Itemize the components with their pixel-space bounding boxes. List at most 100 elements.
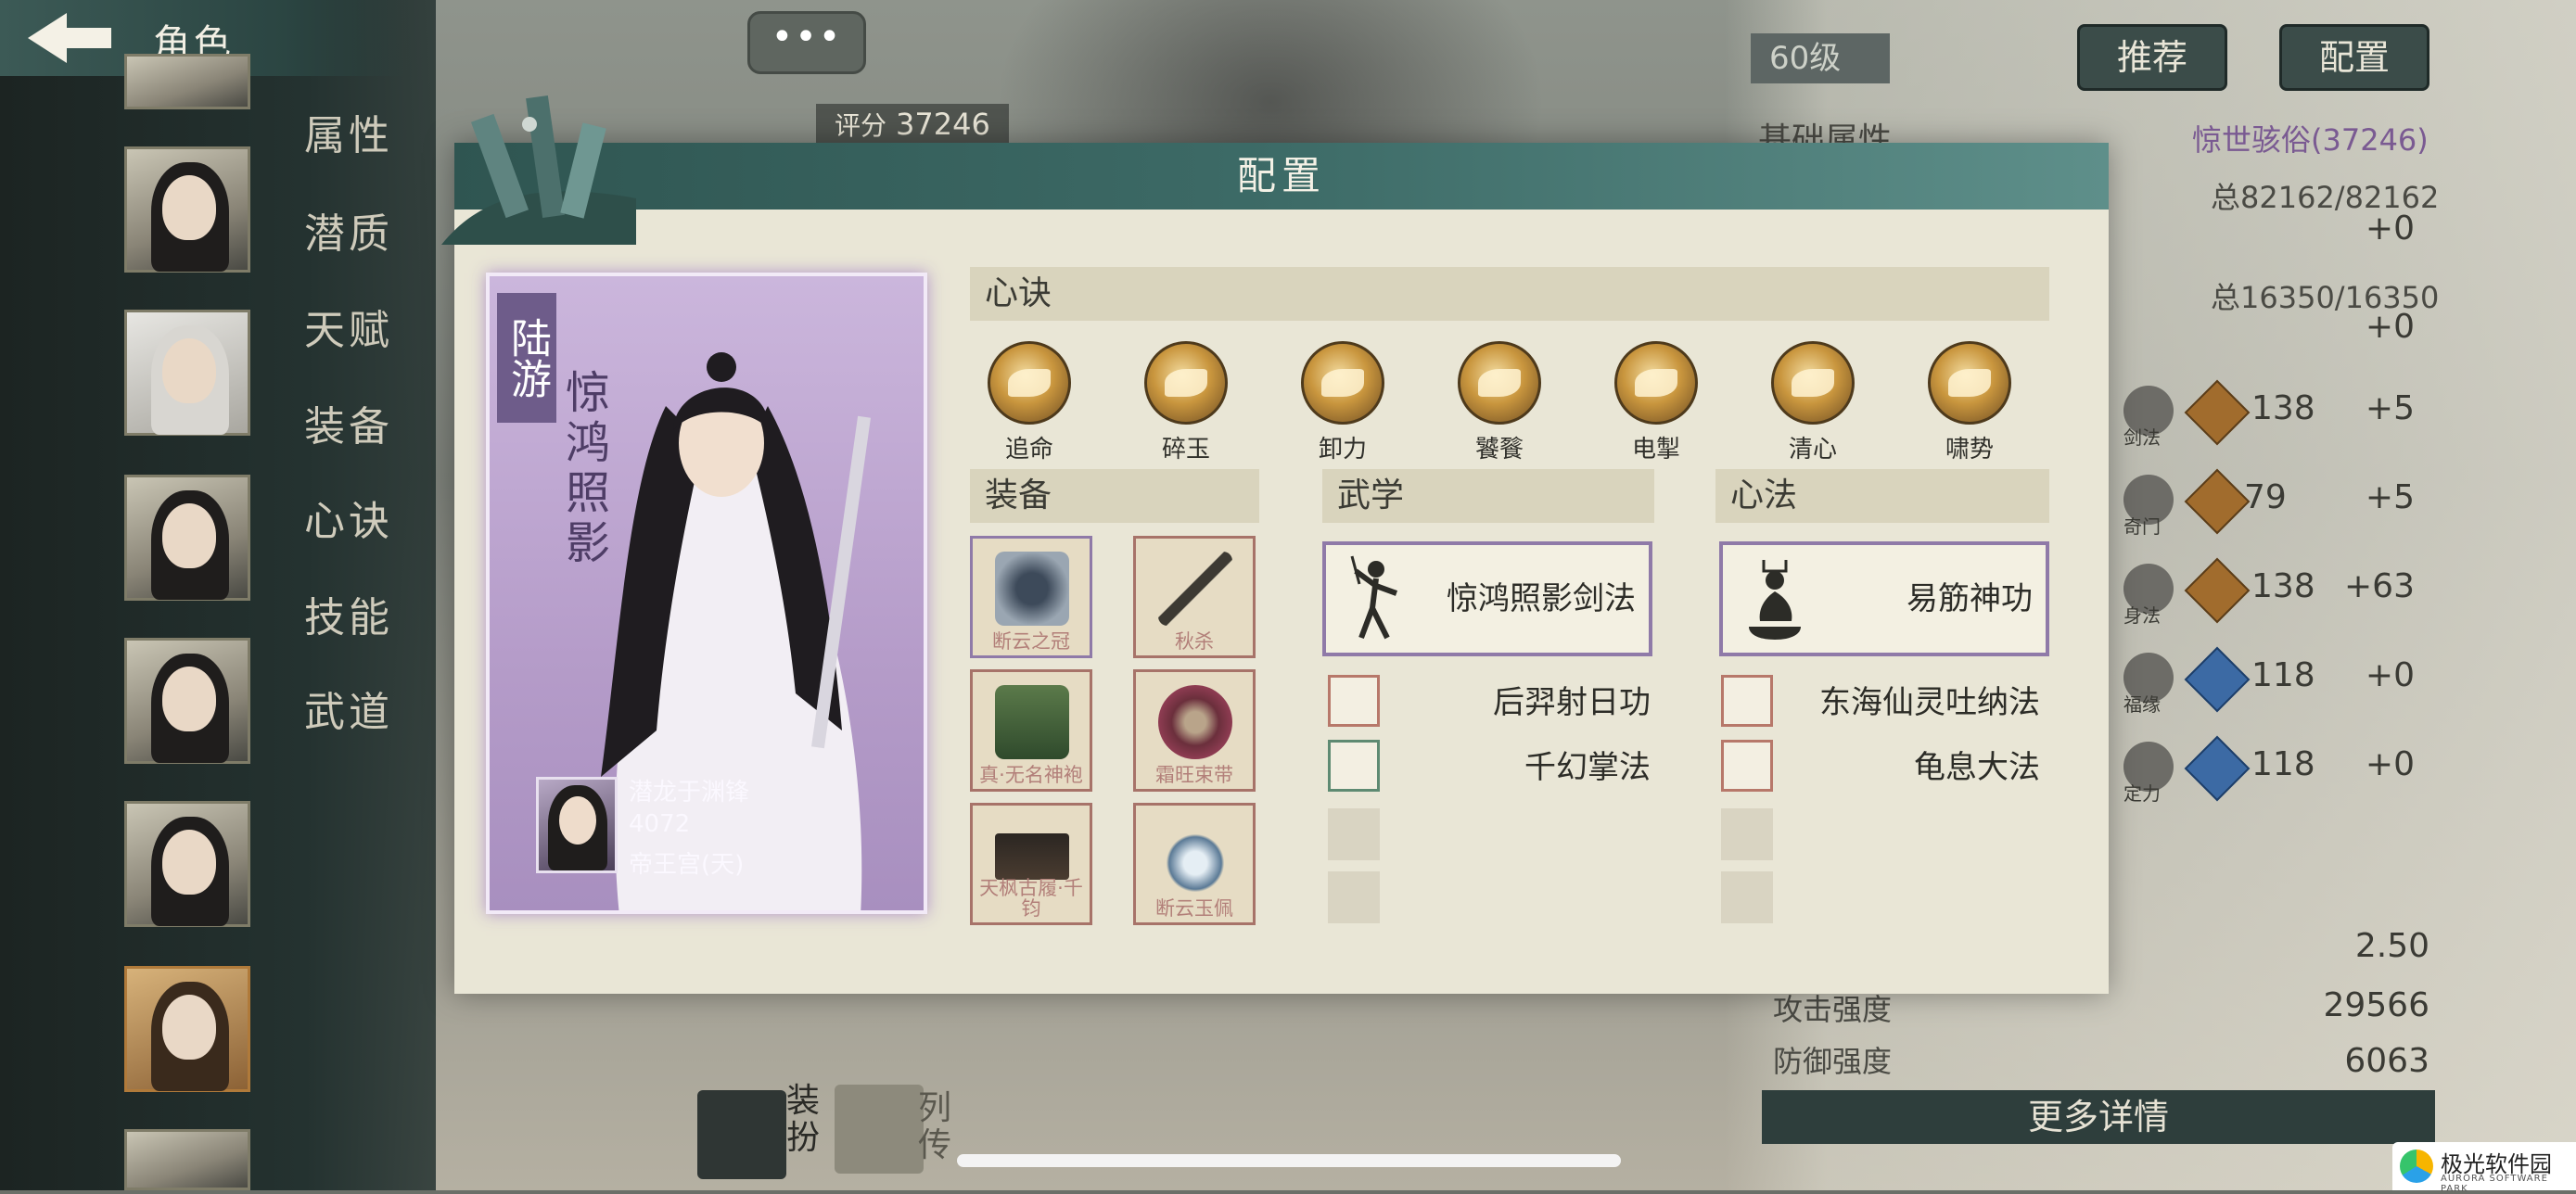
character-art-name: 惊鸿照影 xyxy=(557,369,609,569)
xinjue-zhuiming-icon[interactable] xyxy=(988,341,1071,425)
stat-label: 福缘 xyxy=(2123,693,2161,716)
meditating-monk-icon xyxy=(1749,560,1801,640)
character-card: 陆游 惊鸿照影 潜龙于渊锋 4072 帝王宫(天) xyxy=(486,273,927,914)
player-guild: 帝王宫(天) xyxy=(629,851,745,879)
character-avatar[interactable] xyxy=(124,1129,250,1190)
skill-archer-icon[interactable] xyxy=(1328,675,1380,727)
belt-icon xyxy=(1158,685,1232,759)
equip-slot-pendant[interactable]: 断云玉佩 xyxy=(1133,803,1256,925)
watermark-sub: AURORA SOFTWARE PARK xyxy=(2441,1174,2548,1194)
tab-wudao[interactable]: 武道 xyxy=(304,679,393,738)
tab-potential[interactable]: 潜质 xyxy=(304,200,393,260)
stat-bonus: +0 xyxy=(2365,745,2415,783)
tab-talent[interactable]: 天赋 xyxy=(304,297,393,356)
xinjue-xieli-icon[interactable] xyxy=(1301,341,1384,425)
xinjue-suiyu-icon[interactable] xyxy=(1144,341,1228,425)
stat-bonus: +63 xyxy=(2344,567,2415,605)
xinjue-item[interactable]: 清心 xyxy=(1766,341,1859,464)
character-name: 陆游 xyxy=(497,293,556,423)
xinjue-item[interactable]: 卸力 xyxy=(1296,341,1389,464)
modal-title: 配置 xyxy=(1236,153,1326,198)
chat-button[interactable]: ••• xyxy=(747,11,866,74)
level-badge: 60级 xyxy=(1751,33,1890,83)
mp-bonus: +0 xyxy=(2365,308,2415,346)
player-power: 4072 xyxy=(629,810,691,838)
dress-icon[interactable] xyxy=(697,1090,786,1179)
player-title: 潜龙于渊锋 xyxy=(629,779,750,807)
xinfa-skill-2[interactable]: 龟息大法 xyxy=(1771,742,2040,787)
player-avatar xyxy=(536,777,618,873)
dress-label[interactable]: 装扮 xyxy=(786,1083,823,1157)
character-avatar[interactable] xyxy=(124,310,250,436)
empty-skill-slot[interactable] xyxy=(1721,871,1773,923)
tab-equipment[interactable]: 装备 xyxy=(304,393,393,452)
equipment-section-bar: 装备 xyxy=(970,469,1259,523)
empty-skill-slot[interactable] xyxy=(1328,871,1380,923)
stat-bonus: +5 xyxy=(2365,389,2415,427)
skill-turtle-icon[interactable] xyxy=(1721,740,1773,792)
stat-bonus: +5 xyxy=(2365,478,2415,516)
xinjue-item[interactable]: 啸势 xyxy=(1923,341,2016,464)
character-avatar[interactable] xyxy=(124,638,250,764)
pendant-icon xyxy=(1158,819,1232,893)
wuxue-skill-2[interactable]: 千幻掌法 xyxy=(1419,742,1651,787)
empty-skill-slot[interactable] xyxy=(1328,808,1380,860)
xinjue-item[interactable]: 追命 xyxy=(983,341,1076,464)
character-avatar-selected[interactable] xyxy=(124,966,250,1092)
stat-label: 身法 xyxy=(2123,604,2161,627)
stat-bonus: +0 xyxy=(2365,656,2415,694)
tab-attributes[interactable]: 属性 xyxy=(304,102,393,161)
skill-palm-icon[interactable] xyxy=(1328,740,1380,792)
equip-slot-boots[interactable]: 天枫古履·千钧 xyxy=(970,803,1092,925)
character-avatar[interactable] xyxy=(124,54,250,109)
wuxue-main-skill[interactable]: 惊鸿照影剑法 xyxy=(1322,541,1652,656)
skill-breathing-icon[interactable] xyxy=(1721,675,1773,727)
config-modal: 配置 陆游 惊鸿照影 潜龙于渊锋 4072 帝王宫(天) 心诀 追命 碎玉 卸力… xyxy=(441,95,2109,994)
tab-xinjue[interactable]: 心诀 xyxy=(304,488,393,547)
home-indicator[interactable] xyxy=(957,1154,1621,1167)
score-tag: 评分 37246 xyxy=(816,104,1009,145)
equip-slot-belt[interactable]: 霜旺束带 xyxy=(1133,669,1256,792)
xinfa-main-skill[interactable]: 易筋神功 xyxy=(1719,541,2049,656)
xinjue-taotie-icon[interactable] xyxy=(1458,341,1541,425)
empty-skill-slot[interactable] xyxy=(1721,808,1773,860)
character-avatar[interactable] xyxy=(124,146,250,273)
xinjue-dianche-icon[interactable] xyxy=(1614,341,1698,425)
rank-title: 惊世骇俗(37246) xyxy=(2192,122,2429,158)
equip-slot-helmet[interactable]: 断云之冠 xyxy=(970,536,1092,658)
xinjue-section-bar: 心诀 xyxy=(970,267,2049,321)
xinjue-qingxin-icon[interactable] xyxy=(1771,341,1855,425)
tab-skills[interactable]: 技能 xyxy=(304,584,393,643)
character-avatar[interactable] xyxy=(124,475,250,601)
biography-icon[interactable] xyxy=(835,1085,924,1174)
defense-label: 防御强度 xyxy=(1773,1044,1893,1079)
watermark: 极光软件园 AURORA SOFTWARE PARK xyxy=(2392,1142,2576,1194)
xinjue-item[interactable]: 碎玉 xyxy=(1140,341,1232,464)
back-arrow-icon[interactable] xyxy=(19,7,121,69)
biography-label[interactable]: 列传 xyxy=(918,1090,955,1164)
equip-slot-robe[interactable]: 真·无名神袍 xyxy=(970,669,1092,792)
xinjue-item[interactable]: 饕餮 xyxy=(1453,341,1546,464)
wuxue-skill-1[interactable]: 后羿射日功 xyxy=(1419,677,1651,722)
config-button[interactable]: 配置 xyxy=(2279,24,2429,91)
wuxue-section-bar: 武学 xyxy=(1322,469,1654,523)
attack-value: 29566 xyxy=(2323,986,2429,1024)
stat-label: 定力 xyxy=(2123,782,2161,805)
aurora-logo-icon xyxy=(2400,1150,2433,1183)
character-avatar[interactable] xyxy=(124,801,250,927)
hp-bonus: +0 xyxy=(2365,210,2415,248)
recommend-button[interactable]: 推荐 xyxy=(2077,24,2227,91)
crit-value: 2.50 xyxy=(2354,927,2429,965)
helmet-icon xyxy=(995,552,1069,626)
xinfa-section-bar: 心法 xyxy=(1715,469,2049,523)
xinjue-item[interactable]: 电掣 xyxy=(1610,341,1702,464)
defense-value: 6063 xyxy=(2344,1042,2429,1080)
stat-label: 剑法 xyxy=(2123,426,2161,449)
equip-slot-weapon[interactable]: 秋杀 xyxy=(1133,536,1256,658)
sword-icon xyxy=(1158,552,1232,626)
more-details-button[interactable]: 更多详情 xyxy=(1762,1090,2435,1144)
xinfa-skill-1[interactable]: 东海仙灵吐纳法 xyxy=(1771,677,2040,722)
robe-icon xyxy=(995,685,1069,759)
swordsman-icon xyxy=(1350,555,1398,640)
xinjue-xiaoshi-icon[interactable] xyxy=(1928,341,2011,425)
